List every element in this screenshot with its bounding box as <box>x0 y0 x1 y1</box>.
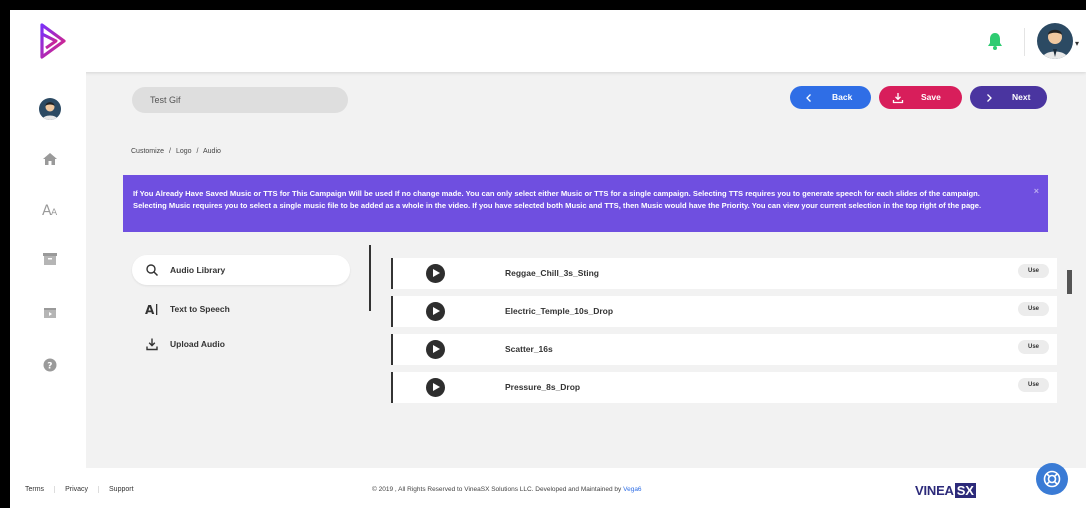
text-to-speech-icon: A <box>144 301 160 317</box>
back-button-label: Back <box>832 92 853 102</box>
archive-icon[interactable] <box>41 250 59 268</box>
next-button-label: Next <box>1012 92 1031 102</box>
topbar-divider <box>1024 28 1025 56</box>
play-icon[interactable] <box>426 340 445 359</box>
tab-audio-library-label: Audio Library <box>170 265 226 275</box>
breadcrumb: Customize / Logo / Audio <box>131 148 224 155</box>
play-icon[interactable] <box>426 264 445 283</box>
info-alert: If You Already Have Saved Music or TTS f… <box>123 175 1048 232</box>
track-name: Reggae_Chill_3s_Sting <box>505 268 600 278</box>
footer: Terms Privacy Support © 2019 , All Right… <box>10 468 1086 508</box>
next-button[interactable]: Next <box>970 86 1047 109</box>
chevron-left-icon <box>802 91 816 105</box>
tab-text-to-speech[interactable]: A Text to Speech <box>132 294 350 324</box>
use-button[interactable]: Use <box>1018 378 1049 392</box>
play-icon[interactable] <box>426 378 445 397</box>
video-icon[interactable] <box>41 304 59 322</box>
chevron-down-icon[interactable]: ▾ <box>1075 39 1079 48</box>
tab-upload-audio-label: Upload Audio <box>170 339 225 349</box>
download-icon <box>891 91 905 105</box>
tab-audio-library[interactable]: Audio Library <box>132 255 350 285</box>
breadcrumb-separator: / <box>169 148 171 155</box>
track-name: Pressure_8s_Drop <box>505 382 581 392</box>
privacy-link[interactable]: Privacy <box>54 486 98 493</box>
back-button[interactable]: Back <box>790 86 871 109</box>
user-avatar[interactable] <box>1037 23 1073 59</box>
track-row: Pressure_8s_Drop Use <box>391 372 1057 403</box>
close-icon[interactable]: × <box>1034 185 1039 197</box>
main-content: Back Save Next Customize / Logo / Audio … <box>86 72 1086 468</box>
brand-logo-sx: SX <box>954 483 976 498</box>
brand-logo: VINEA SX <box>915 483 976 498</box>
terms-link[interactable]: Terms <box>25 486 54 493</box>
chevron-right-icon <box>982 91 996 105</box>
track-row: Scatter_16s Use <box>391 334 1057 365</box>
breadcrumb-customize[interactable]: Customize <box>131 148 164 155</box>
use-button[interactable]: Use <box>1018 340 1049 354</box>
footer-links: Terms Privacy Support <box>25 486 144 493</box>
tab-divider <box>369 245 371 311</box>
breadcrumb-logo[interactable]: Logo <box>176 148 192 155</box>
tab-text-to-speech-label: Text to Speech <box>170 304 230 314</box>
sidebar-profile-avatar[interactable] <box>39 98 61 120</box>
breadcrumb-audio: Audio <box>202 148 221 155</box>
upload-icon <box>144 336 160 352</box>
home-icon[interactable] <box>41 150 59 168</box>
lifebuoy-icon <box>1043 470 1061 488</box>
track-name: Scatter_16s <box>505 344 553 354</box>
top-bar: ▾ <box>10 10 1086 72</box>
svg-text:?: ? <box>47 361 52 371</box>
track-row: Electric_Temple_10s_Drop Use <box>391 296 1057 327</box>
use-button[interactable]: Use <box>1018 264 1049 278</box>
brand-logo-main: VINEA <box>915 483 954 498</box>
svg-text:A: A <box>51 208 58 218</box>
support-chat-button[interactable] <box>1036 463 1068 495</box>
font-icon[interactable]: AA <box>41 200 59 219</box>
app-logo-icon[interactable] <box>38 22 68 60</box>
save-button[interactable]: Save <box>879 86 962 109</box>
sidebar: AA ? <box>10 72 86 468</box>
app-window: ▾ AA ? Test Gif Back Save Next Customize… <box>10 10 1086 508</box>
tab-upload-audio[interactable]: Upload Audio <box>132 329 350 359</box>
track-name: Electric_Temple_10s_Drop <box>505 306 614 316</box>
copyright-label: © 2019 , All Rights Reserved to VineaSX … <box>372 486 622 493</box>
breadcrumb-separator: / <box>196 148 199 155</box>
save-button-label: Save <box>921 92 941 102</box>
track-list-scrollbar[interactable] <box>1067 270 1072 294</box>
copyright-text: © 2019 , All Rights Reserved to VineaSX … <box>372 486 642 493</box>
track-row: Reggae_Chill_3s_Sting Use <box>391 258 1057 289</box>
notification-bell-icon[interactable] <box>987 32 1003 50</box>
campaign-name-input[interactable] <box>132 87 348 113</box>
info-alert-text: If You Already Have Saved Music or TTS f… <box>133 189 982 210</box>
support-link[interactable]: Support <box>98 486 144 493</box>
use-button[interactable]: Use <box>1018 302 1049 316</box>
help-icon[interactable]: ? <box>41 356 59 374</box>
developer-link[interactable]: Vega6 <box>623 486 641 493</box>
play-icon[interactable] <box>426 302 445 321</box>
search-icon <box>144 262 160 278</box>
svg-text:A: A <box>145 303 155 316</box>
